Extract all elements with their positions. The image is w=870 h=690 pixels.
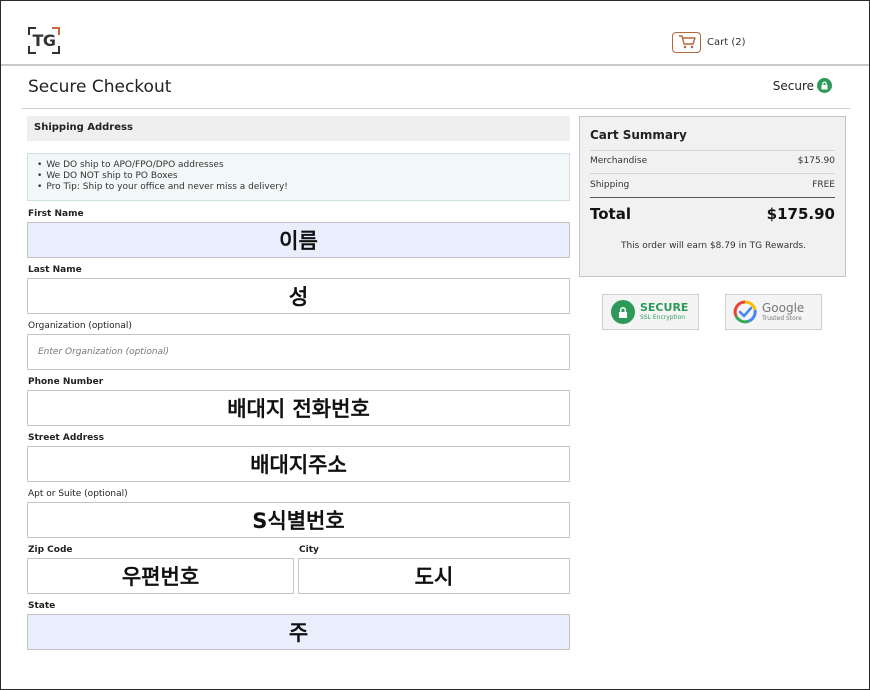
merchandise-row: Merchandise $175.90 [590, 156, 835, 166]
city-field[interactable]: 도시 [298, 558, 570, 594]
google-badge-subtitle: Trusted Store [762, 314, 802, 322]
logo-text: TG [32, 31, 56, 50]
shipping-label: Shipping [590, 180, 630, 190]
tg-logo[interactable]: TG [28, 27, 60, 54]
phone-value: 배대지 전화번호 [227, 397, 370, 421]
ssl-lock-icon [611, 300, 635, 324]
shipping-notice: We DO ship to APO/FPO/DPO addresses We D… [27, 153, 570, 201]
total-value: $175.90 [766, 205, 835, 223]
zip-value: 우편번호 [121, 565, 200, 589]
cart-summary-title: Cart Summary [590, 128, 687, 142]
ssl-badge-title: SECURE [640, 301, 689, 314]
zip-field[interactable]: 우편번호 [27, 558, 294, 594]
title-divider [22, 108, 850, 109]
notice-item: Pro Tip: Ship to your office and never m… [37, 182, 288, 193]
apt-value: S식별번호 [252, 509, 345, 533]
ssl-badge-subtitle: SSL Encryption [640, 314, 686, 321]
summary-total-divider [590, 197, 835, 198]
city-value: 도시 [414, 565, 454, 589]
secure-label: Secure [772, 78, 814, 93]
google-trusted-store-badge[interactable]: Google Trusted Store [725, 294, 822, 330]
organization-label: Organization (optional) [28, 321, 132, 331]
total-label: Total [590, 205, 631, 223]
first-name-field[interactable]: 이름 [27, 222, 570, 258]
street-label: Street Address [28, 433, 104, 443]
merchandise-label: Merchandise [590, 156, 648, 166]
summary-divider [590, 150, 835, 151]
first-name-label: First Name [28, 209, 84, 219]
shopping-cart-icon [672, 31, 701, 53]
rewards-note: This order will earn $8.79 in TG Rewards… [620, 241, 807, 251]
last-name-field[interactable]: 성 [27, 278, 570, 314]
last-name-label: Last Name [28, 265, 82, 275]
secure-indicator: Secure [773, 78, 832, 93]
first-name-value: 이름 [279, 229, 318, 253]
shipping-row: Shipping FREE [590, 180, 835, 190]
summary-divider [590, 173, 835, 174]
google-badge-title: Google [762, 300, 805, 315]
total-row: Total $175.90 [590, 205, 835, 223]
shipping-section-title: Shipping Address [34, 122, 133, 133]
cart-button[interactable]: Cart (2) [672, 31, 746, 53]
state-label: State [28, 601, 56, 611]
ssl-badge[interactable]: SECURE SSL Encryption [602, 294, 699, 330]
cart-summary: Cart Summary Merchandise $175.90 Shippin… [579, 116, 846, 277]
phone-field[interactable]: 배대지 전화번호 [27, 390, 570, 426]
last-name-value: 성 [288, 285, 309, 309]
state-value: 주 [288, 621, 309, 645]
street-field[interactable]: 배대지주소 [27, 446, 570, 482]
phone-label: Phone Number [28, 377, 104, 387]
lock-icon [817, 78, 832, 93]
zip-label: Zip Code [28, 545, 73, 555]
shipping-section-header: Shipping Address [27, 116, 570, 141]
apt-label: Apt or Suite (optional) [28, 489, 128, 499]
notice-item: We DO NOT ship to PO Boxes [37, 171, 288, 182]
organization-placeholder: Enter Organization (optional) [38, 347, 170, 357]
apt-field[interactable]: S식별번호 [27, 502, 570, 538]
city-label: City [299, 545, 319, 555]
street-value: 배대지주소 [250, 453, 347, 477]
cart-label: Cart (2) [707, 36, 746, 48]
state-select[interactable]: 주 [27, 614, 570, 650]
header-divider [1, 64, 869, 66]
page-title: Secure Checkout [28, 77, 172, 97]
merchandise-value: $175.90 [797, 156, 835, 166]
notice-item: We DO ship to APO/FPO/DPO addresses [37, 160, 288, 171]
shipping-value: FREE [812, 180, 835, 190]
google-check-icon [733, 300, 757, 324]
organization-field[interactable]: Enter Organization (optional) [27, 334, 570, 370]
